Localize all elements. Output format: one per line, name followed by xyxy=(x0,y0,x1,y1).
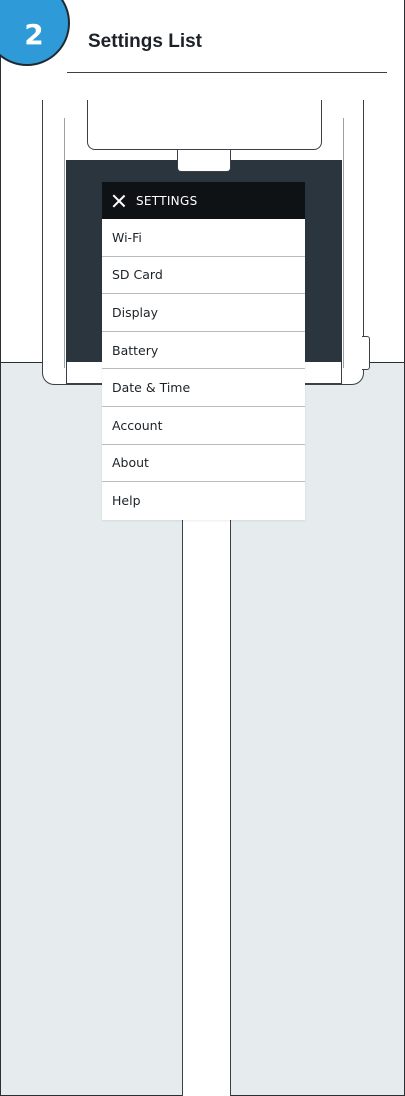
settings-menu-title: SETTINGS xyxy=(136,193,198,208)
menu-item-account[interactable]: Account xyxy=(102,407,305,445)
step-number: 2 xyxy=(24,17,44,51)
device-side-button xyxy=(362,336,370,370)
device-top-clip xyxy=(87,100,322,150)
menu-item-battery[interactable]: Battery xyxy=(102,332,305,370)
settings-menu-header: SETTINGS xyxy=(102,182,305,219)
menu-item-display[interactable]: Display xyxy=(102,294,305,332)
device-edge-right xyxy=(343,118,344,368)
device-edge-left xyxy=(64,118,65,368)
menu-item-help[interactable]: Help xyxy=(102,482,305,520)
menu-item-about[interactable]: About xyxy=(102,445,305,483)
menu-item-sd-card[interactable]: SD Card xyxy=(102,257,305,295)
settings-menu: SETTINGS Wi-Fi SD Card Display Battery D… xyxy=(102,182,305,520)
header-divider xyxy=(67,72,387,73)
device-notch xyxy=(177,150,231,172)
close-icon[interactable] xyxy=(112,194,126,208)
page-title: Settings List xyxy=(88,31,203,52)
menu-item-date-time[interactable]: Date & Time xyxy=(102,369,305,407)
menu-item-wifi[interactable]: Wi-Fi xyxy=(102,219,305,257)
